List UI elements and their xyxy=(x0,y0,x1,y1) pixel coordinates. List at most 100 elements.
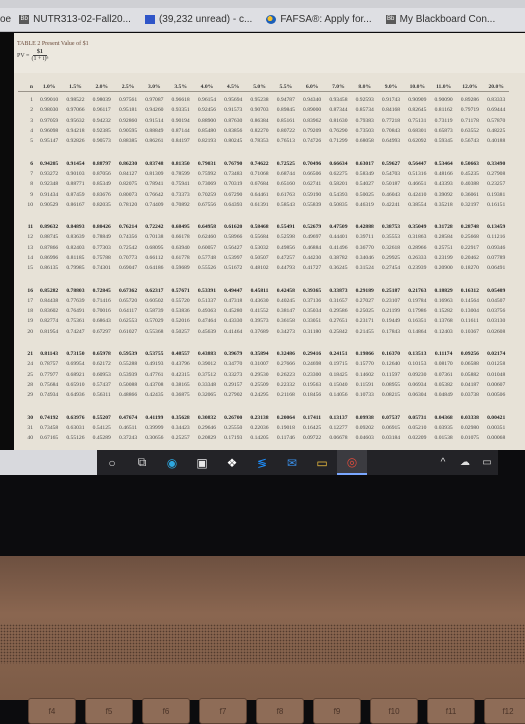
chrome-icon[interactable]: ◎ xyxy=(337,450,367,475)
function-key-f12[interactable]: f12 xyxy=(484,698,525,724)
header-rate: 20.0% xyxy=(488,84,504,90)
value-cell: 0.36245 xyxy=(329,265,348,272)
visual-studio-icon[interactable]: ≶ xyxy=(247,450,277,475)
function-key-f9[interactable]: f9 xyxy=(313,698,361,724)
value-cell: 0.89286 xyxy=(460,97,479,104)
value-cell: 0.07537 xyxy=(381,414,401,421)
value-cell: 0.33348 xyxy=(197,381,217,388)
value-cell: 0.27027 xyxy=(355,297,374,304)
function-key-f4[interactable]: f4 xyxy=(28,698,76,724)
value-cell: 0.79209 xyxy=(303,128,322,135)
value-cell: 0.30832 xyxy=(197,414,217,421)
table-row: 16 0.85282 0.78803 0.72845 0.67362 0.62317 0.5… xyxy=(18,285,509,295)
value-cell: 0.62460 xyxy=(197,234,217,241)
bookmark-item[interactable]: (39,232 unread) - c... xyxy=(144,14,252,25)
value-cell: 0.86167 xyxy=(66,201,85,208)
value-cell: 0.84438 xyxy=(40,297,59,304)
value-cell: 0.16351 xyxy=(408,318,427,325)
value-cell: 0.12277 xyxy=(329,424,348,431)
chevron-up-icon[interactable]: ^ xyxy=(432,450,454,475)
value-cell: 0.41464 xyxy=(224,328,243,335)
bookmark-item[interactable]: FAFSA®: Apply for... xyxy=(266,14,372,25)
task-view-icon[interactable]: ⧉ xyxy=(127,450,157,475)
period-cell: 14 xyxy=(27,255,33,261)
header-rate: 11.0% xyxy=(436,84,452,90)
value-cell: 0.73119 xyxy=(434,117,453,124)
edge-icon[interactable]: ◉ xyxy=(157,450,187,475)
value-cell: 0.62092 xyxy=(408,138,427,145)
value-cell: 0.60057 xyxy=(197,244,217,251)
bookmark-item[interactable]: oe xyxy=(0,14,11,25)
value-cell: 0.41727 xyxy=(303,265,322,272)
value-cell: 0.45289 xyxy=(92,435,111,442)
value-cell: 0.74247 xyxy=(66,328,85,335)
value-cell: 0.41552 xyxy=(250,308,269,315)
function-key-f7[interactable]: f7 xyxy=(199,698,247,724)
value-cell: 0.49856 xyxy=(276,244,295,251)
value-cell: 0.13137 xyxy=(329,414,348,421)
taskbar-search-box[interactable] xyxy=(0,450,97,475)
value-cell: 0.58468 xyxy=(250,224,269,231)
address-bar-strip[interactable] xyxy=(0,0,525,8)
function-key-f8[interactable]: f8 xyxy=(256,698,304,724)
value-cell: 0.84168 xyxy=(381,107,401,114)
value-cell: 0.78353 xyxy=(250,138,269,145)
value-cell: 0.81185 xyxy=(66,255,85,261)
value-cell: 0.69954 xyxy=(66,361,85,368)
onedrive-warning-icon[interactable]: ☁ xyxy=(454,450,476,475)
value-cell: 0.87056 xyxy=(92,170,111,177)
value-cell: 0.07789 xyxy=(487,255,506,261)
cortana-icon[interactable]: ○ xyxy=(97,450,127,475)
value-cell: 0.14864 xyxy=(408,328,427,335)
file-explorer-icon[interactable]: ▭ xyxy=(307,450,337,475)
bookmark-item[interactable]: Bb NUTR313-02-Fall20... xyxy=(19,14,131,25)
function-key-f5[interactable]: f5 xyxy=(85,698,133,724)
value-cell: 0.11174 xyxy=(434,351,453,358)
value-cell: 0.76214 xyxy=(118,224,138,231)
table-row: 28 0.75684 0.65910 0.57437 0.50088 0.43708 0.3… xyxy=(18,380,509,390)
value-cell: 0.50257 xyxy=(171,328,190,335)
value-cell: 0.05882 xyxy=(460,371,479,378)
value-cell: 0.23138 xyxy=(250,414,269,421)
value-cell: 0.76290 xyxy=(329,128,348,135)
battery-icon[interactable]: ▭ xyxy=(476,450,498,475)
store-icon[interactable]: ▣ xyxy=(187,450,217,475)
value-cell: 0.39365 xyxy=(303,287,322,294)
value-cell: 0.77218 xyxy=(381,117,401,124)
value-cell: 0.55720 xyxy=(171,297,190,304)
mail-icon[interactable]: ✉ xyxy=(277,450,307,475)
value-cell: 0.55288 xyxy=(118,361,138,368)
document-page: TABLE 2 Present Value of $1 PV = $1 (1 +… xyxy=(14,33,525,450)
formula-numerator: $1 xyxy=(32,49,47,56)
value-cell: 0.00351 xyxy=(487,424,506,431)
header-rate: 10.0% xyxy=(409,84,425,90)
value-cell: 0.45280 xyxy=(224,308,243,315)
value-cell: 0.72845 xyxy=(92,287,111,294)
value-cell: 0.86230 xyxy=(118,160,138,167)
table-row: 24 0.78757 0.69954 0.62172 0.55288 0.49193 0.4… xyxy=(18,359,509,369)
value-cell: 0.02980 xyxy=(460,424,479,431)
value-cell: 0.42241 xyxy=(381,201,401,208)
value-cell: 0.78803 xyxy=(66,287,85,294)
value-cell: 0.83856 xyxy=(224,128,243,135)
bookmark-item[interactable]: Bb My Blackboard Con... xyxy=(385,14,495,25)
value-cell: 0.91573 xyxy=(224,107,243,114)
value-cell: 0.74726 xyxy=(303,138,322,145)
function-key-f11[interactable]: f11 xyxy=(427,698,475,724)
value-cell: 0.90573 xyxy=(92,138,111,145)
blackboard-icon: Bb xyxy=(19,15,30,24)
value-cell: 0.09722 xyxy=(303,435,322,442)
formula-lhs: PV = xyxy=(17,52,30,59)
value-cell: 0.69047 xyxy=(118,265,138,272)
function-key-f10[interactable]: f10 xyxy=(370,698,418,724)
value-cell: 0.79719 xyxy=(460,107,479,114)
period-cell: 11 xyxy=(27,224,33,231)
value-cell: 0.86996 xyxy=(40,255,59,261)
value-cell: 0.34273 xyxy=(276,328,295,335)
function-key-f6[interactable]: f6 xyxy=(142,698,190,724)
value-cell: 0.04187 xyxy=(460,381,479,388)
value-cell: 0.68495 xyxy=(171,224,190,231)
value-cell: 0.56427 xyxy=(224,244,243,251)
dropbox-icon[interactable]: ❖ xyxy=(217,450,247,475)
value-cell: 0.83639 xyxy=(66,234,85,241)
